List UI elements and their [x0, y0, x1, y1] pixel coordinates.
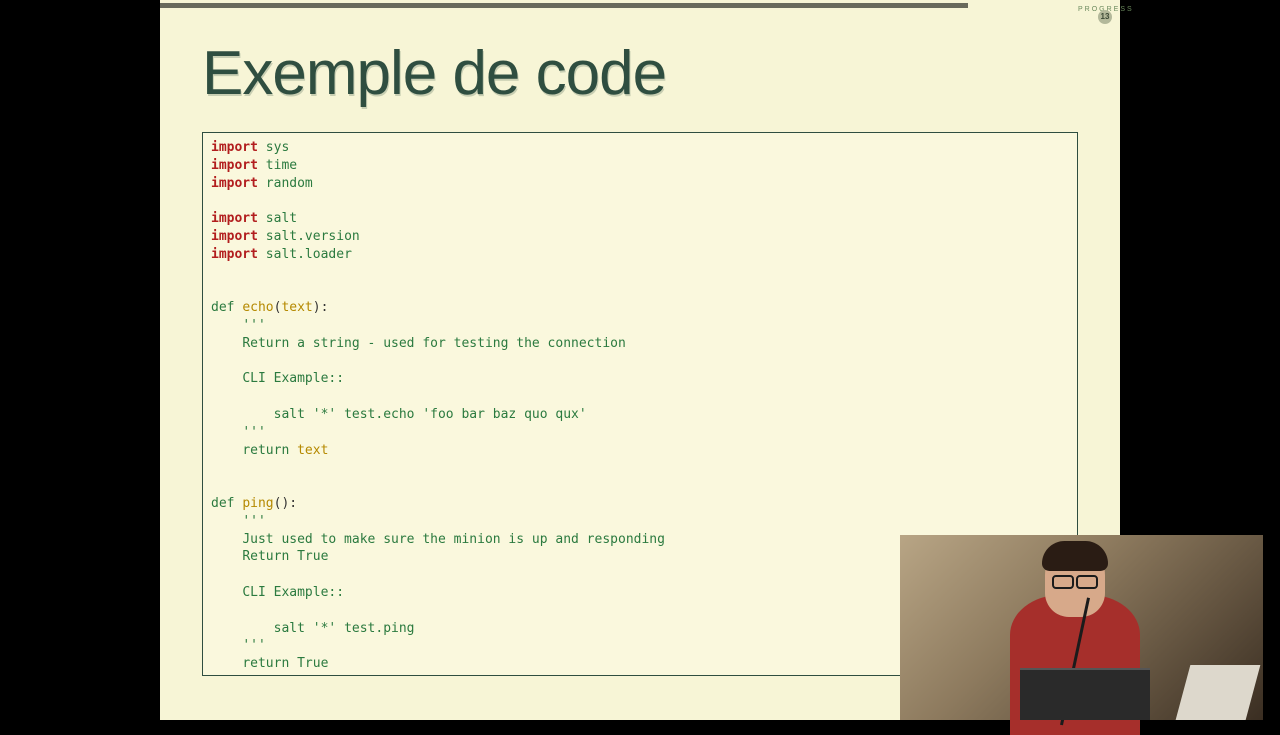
- module-name: time: [266, 158, 297, 173]
- slide-title: Exemple de code: [202, 38, 666, 109]
- docstring-line: CLI Example::: [242, 585, 344, 600]
- speaker-hair: [1042, 541, 1108, 571]
- docstring-line: Just used to make sure the minion is up …: [242, 532, 665, 547]
- laptop-icon: [1020, 668, 1150, 720]
- docstring-line: Return a string - used for testing the c…: [242, 336, 626, 351]
- slide-number-badge: 13: [1098, 10, 1112, 24]
- docstring-quote: ''': [242, 425, 265, 440]
- docstring-line: Return True: [242, 549, 328, 564]
- docstring-line: CLI Example::: [242, 371, 344, 386]
- kw-return: return: [242, 656, 289, 671]
- docstring-quote: ''': [242, 318, 265, 333]
- module-name: sys: [266, 140, 289, 155]
- kw-import: import: [211, 140, 258, 155]
- return-value: True: [297, 656, 328, 671]
- module-name: salt: [266, 211, 297, 226]
- kw-def: def: [211, 300, 234, 315]
- docstring-quote: ''': [242, 514, 265, 529]
- module-name: salt.version: [266, 229, 360, 244]
- docstring-quote: ''': [242, 638, 265, 653]
- progress-bar: [160, 3, 968, 8]
- module-name: random: [266, 176, 313, 191]
- return-value: text: [297, 443, 328, 458]
- glasses-icon: [1052, 575, 1098, 585]
- kw-import: import: [211, 247, 258, 262]
- kw-return: return: [242, 443, 289, 458]
- speaker-video-overlay: [900, 535, 1263, 720]
- module-name: salt.loader: [266, 247, 352, 262]
- kw-import: import: [211, 211, 258, 226]
- cli-example: salt '*' test.echo 'foo bar baz quo qux': [274, 407, 587, 422]
- kw-import: import: [211, 229, 258, 244]
- paper-stand: [1176, 665, 1261, 720]
- kw-import: import: [211, 176, 258, 191]
- function-name: ping: [242, 496, 273, 511]
- arg-name: text: [281, 300, 312, 315]
- kw-def: def: [211, 496, 234, 511]
- kw-import: import: [211, 158, 258, 173]
- function-name: echo: [242, 300, 273, 315]
- cli-example: salt '*' test.ping: [274, 621, 415, 636]
